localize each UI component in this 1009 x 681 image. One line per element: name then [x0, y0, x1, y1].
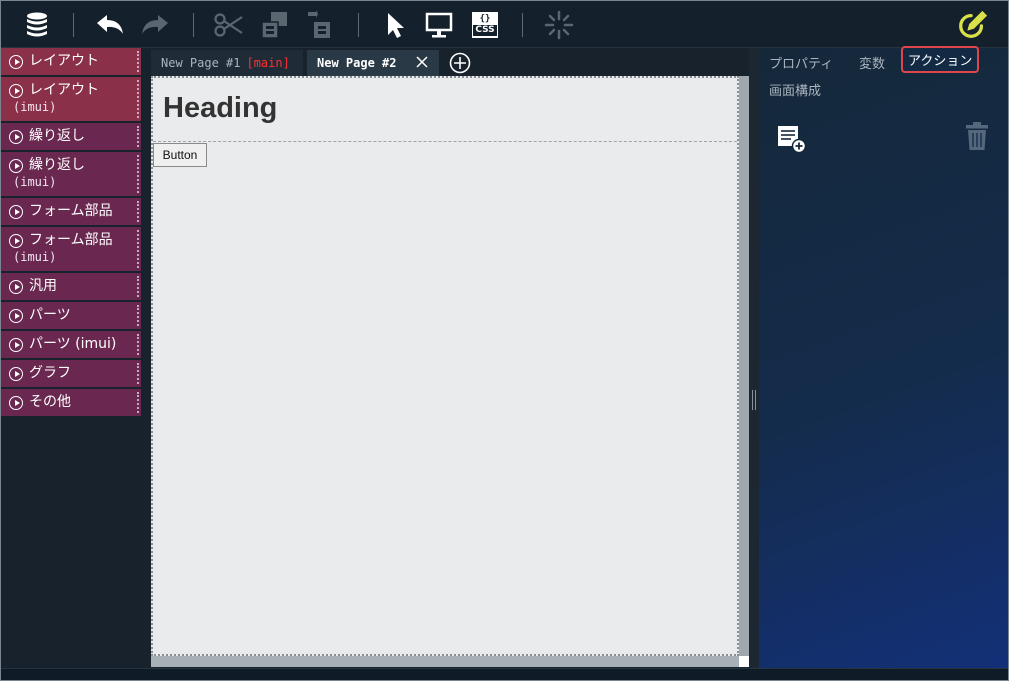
edit-icon[interactable] — [956, 9, 988, 41]
css-icon[interactable]: {} CSS — [469, 9, 501, 41]
add-tab-icon[interactable] — [449, 52, 471, 74]
paste-icon[interactable] — [304, 9, 336, 41]
palette-item[interactable]: 繰り返し (imui) — [1, 152, 141, 198]
palette-item-label: その他 — [29, 394, 71, 410]
canvas-button[interactable]: Button — [153, 143, 207, 167]
page-heading[interactable]: Heading — [163, 92, 277, 125]
play-icon — [9, 233, 23, 248]
add-action-icon[interactable] — [777, 124, 807, 154]
cut-icon[interactable] — [213, 9, 245, 41]
play-icon — [9, 308, 23, 323]
toolbar-divider — [193, 13, 194, 37]
status-bar — [1, 668, 1008, 680]
right-panel: プロパティ 変数 アクション 画面構成 — [759, 46, 1008, 668]
toolbar-divider — [73, 13, 74, 37]
database-icon[interactable] — [21, 9, 53, 41]
toolbar-divider — [358, 13, 359, 37]
palette-item-label: フォーム部品 — [29, 203, 113, 219]
palette-item-sublabel: (imui) — [13, 250, 57, 264]
toolbar-divider — [522, 13, 523, 37]
pointer-icon[interactable] — [379, 9, 411, 41]
palette-item-label: パーツ (imui) — [29, 336, 117, 352]
palette-item-sublabel: (imui) — [13, 100, 57, 114]
splitter-grip[interactable] — [752, 390, 756, 410]
close-icon[interactable] — [415, 55, 429, 69]
tab-variables[interactable]: 変数 — [859, 53, 885, 72]
play-icon — [9, 158, 23, 173]
palette-item[interactable]: パーツ — [1, 302, 141, 331]
palette-item-label: 繰り返し — [29, 157, 85, 173]
toolbar: {} CSS — [1, 1, 1008, 48]
palette-item[interactable]: その他 — [1, 389, 141, 418]
palette-item-label: フォーム部品 — [29, 232, 113, 248]
palette-item-label: グラフ — [29, 365, 71, 381]
play-icon — [9, 279, 23, 294]
palette-item-label: パーツ — [29, 307, 71, 323]
copy-icon[interactable] — [259, 9, 291, 41]
page-canvas[interactable]: Heading Button — [151, 76, 739, 656]
redo-icon[interactable] — [139, 9, 171, 41]
play-icon — [9, 337, 23, 352]
play-icon — [9, 54, 23, 69]
palette-item[interactable]: 繰り返し — [1, 123, 141, 152]
play-icon — [9, 129, 23, 144]
horizontal-scrollbar[interactable] — [151, 656, 739, 667]
palette-item-label: レイアウト — [29, 82, 99, 98]
undo-icon[interactable] — [94, 9, 126, 41]
palette-item-label: 汎用 — [29, 278, 57, 294]
canvas-area: Heading Button — [151, 76, 749, 667]
tab-new-page-2[interactable]: New Page #2 — [307, 50, 439, 76]
trash-icon[interactable] — [965, 120, 989, 152]
main-tag: [main] — [246, 56, 290, 70]
component-palette: レイアウト レイアウト (imui) 繰り返し 繰り返し (imui) フォーム部品 フォーム… — [1, 48, 141, 668]
tab-properties[interactable]: プロパティ — [769, 53, 833, 72]
palette-item[interactable]: レイアウト — [1, 48, 141, 77]
tab-label: New Page #2 — [317, 56, 397, 70]
palette-item-label: 繰り返し — [29, 128, 85, 144]
tab-screen-structure[interactable]: 画面構成 — [769, 80, 821, 99]
play-icon — [9, 204, 23, 219]
tab-label: New Page #1 — [161, 56, 241, 70]
css-label: CSS — [473, 24, 497, 36]
scrollbar-corner — [739, 656, 749, 667]
palette-item[interactable]: 汎用 — [1, 273, 141, 302]
heading-block[interactable]: Heading — [153, 78, 737, 142]
loading-icon — [543, 9, 575, 41]
panel-splitter[interactable] — [749, 48, 759, 668]
tab-new-page-1[interactable]: New Page #1 [main] — [151, 50, 303, 76]
play-icon — [9, 395, 23, 410]
tab-actions[interactable]: アクション — [901, 46, 980, 73]
palette-item[interactable]: パーツ (imui) — [1, 331, 141, 360]
palette-item-sublabel: (imui) — [13, 175, 57, 189]
palette-item[interactable]: グラフ — [1, 360, 141, 389]
vertical-scrollbar[interactable] — [739, 76, 749, 656]
palette-item[interactable]: フォーム部品 — [1, 198, 141, 227]
palette-item[interactable]: レイアウト (imui) — [1, 77, 141, 123]
page-tabs: New Page #1 [main] New Page #2 — [151, 48, 751, 76]
play-icon — [9, 366, 23, 381]
monitor-icon[interactable] — [423, 9, 455, 41]
play-icon — [9, 83, 23, 98]
palette-item[interactable]: フォーム部品 (imui) — [1, 227, 141, 273]
palette-item-label: レイアウト — [29, 53, 99, 69]
css-braces: {} — [479, 13, 491, 24]
